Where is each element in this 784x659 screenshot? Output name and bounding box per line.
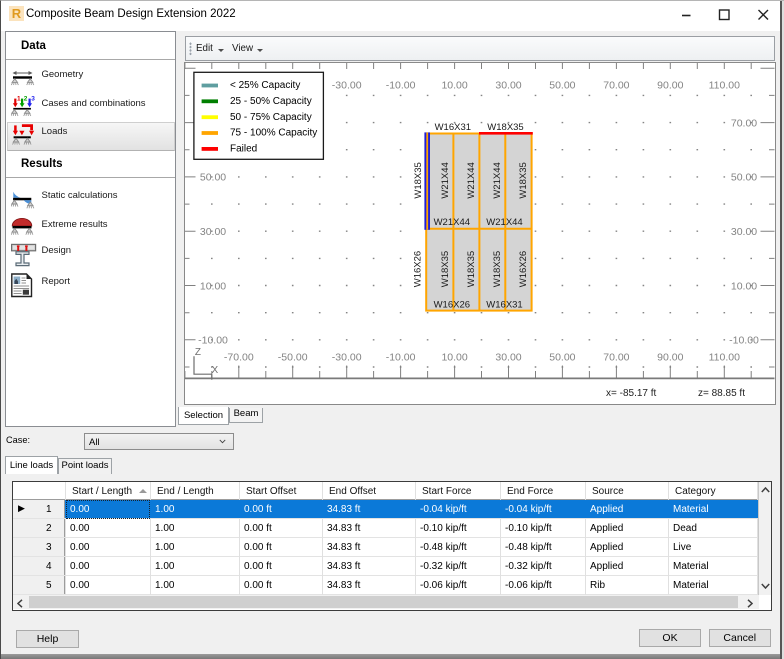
svg-text:10.00: 10.00 <box>441 80 467 92</box>
svg-text:-10.00: -10.00 <box>386 80 416 92</box>
svg-text:X: X <box>211 365 218 376</box>
svg-text:25 - 50% Capacity: 25 - 50% Capacity <box>230 96 312 107</box>
svg-text:10.00: 10.00 <box>441 352 467 364</box>
svg-text:< 25% Capacity: < 25% Capacity <box>230 80 300 91</box>
svg-text:W16X31: W16X31 <box>435 122 471 133</box>
svg-text:30.00: 30.00 <box>495 352 521 364</box>
svg-text:W16X26: W16X26 <box>413 251 424 287</box>
svg-text:10.00: 10.00 <box>731 280 757 292</box>
svg-text:50.00: 50.00 <box>731 172 757 184</box>
svg-text:110.00: 110.00 <box>709 80 740 92</box>
svg-text:W21X44: W21X44 <box>440 162 451 198</box>
svg-text:-10.00: -10.00 <box>198 335 228 347</box>
svg-text:W16X31: W16X31 <box>486 299 522 310</box>
svg-text:W21X44: W21X44 <box>486 217 522 228</box>
svg-text:110.00: 110.00 <box>709 352 740 364</box>
svg-text:W21X44: W21X44 <box>492 162 503 198</box>
svg-text:-50.00: -50.00 <box>278 352 308 364</box>
svg-text:-30.00: -30.00 <box>332 352 362 364</box>
svg-text:70.00: 70.00 <box>731 117 757 129</box>
svg-text:2: 2 <box>23 95 27 102</box>
svg-text:50.00: 50.00 <box>549 80 575 92</box>
svg-text:3: 3 <box>31 95 35 102</box>
svg-text:-70.00: -70.00 <box>224 352 254 364</box>
svg-text:x= -85.17 ft: x= -85.17 ft <box>606 388 657 399</box>
svg-text:50.00: 50.00 <box>200 172 226 184</box>
svg-text:W18X35: W18X35 <box>466 251 477 287</box>
svg-text:70.00: 70.00 <box>603 352 629 364</box>
svg-text:1: 1 <box>17 95 21 102</box>
svg-text:70.00: 70.00 <box>603 80 629 92</box>
svg-text:50 - 75% Capacity: 50 - 75% Capacity <box>230 112 312 123</box>
svg-text:30.00: 30.00 <box>200 226 226 238</box>
svg-text:10.00: 10.00 <box>200 280 226 292</box>
svg-text:W18X35: W18X35 <box>440 251 451 287</box>
svg-text:90.00: 90.00 <box>657 352 683 364</box>
svg-text:30.00: 30.00 <box>731 226 757 238</box>
svg-text:-10.00: -10.00 <box>386 352 416 364</box>
svg-text:30.00: 30.00 <box>495 80 521 92</box>
svg-text:z= 88.85 ft: z= 88.85 ft <box>698 388 745 399</box>
svg-text:50.00: 50.00 <box>549 352 575 364</box>
svg-text:W16X26: W16X26 <box>518 251 529 287</box>
svg-text:Failed: Failed <box>230 144 257 155</box>
svg-text:-10.00: -10.00 <box>729 335 759 347</box>
svg-text:-30.00: -30.00 <box>332 80 362 92</box>
svg-text:W16X26: W16X26 <box>434 299 470 310</box>
svg-text:90.00: 90.00 <box>657 80 683 92</box>
svg-text:W18X35: W18X35 <box>518 162 529 198</box>
svg-text:Z: Z <box>195 347 201 358</box>
svg-text:W21X44: W21X44 <box>466 162 477 198</box>
svg-text:75 - 100% Capacity: 75 - 100% Capacity <box>230 128 317 139</box>
svg-text:W21X44: W21X44 <box>434 217 470 228</box>
svg-text:W18X35: W18X35 <box>492 251 503 287</box>
svg-text:W18X35: W18X35 <box>487 122 523 133</box>
svg-text:W18X35: W18X35 <box>413 162 424 198</box>
